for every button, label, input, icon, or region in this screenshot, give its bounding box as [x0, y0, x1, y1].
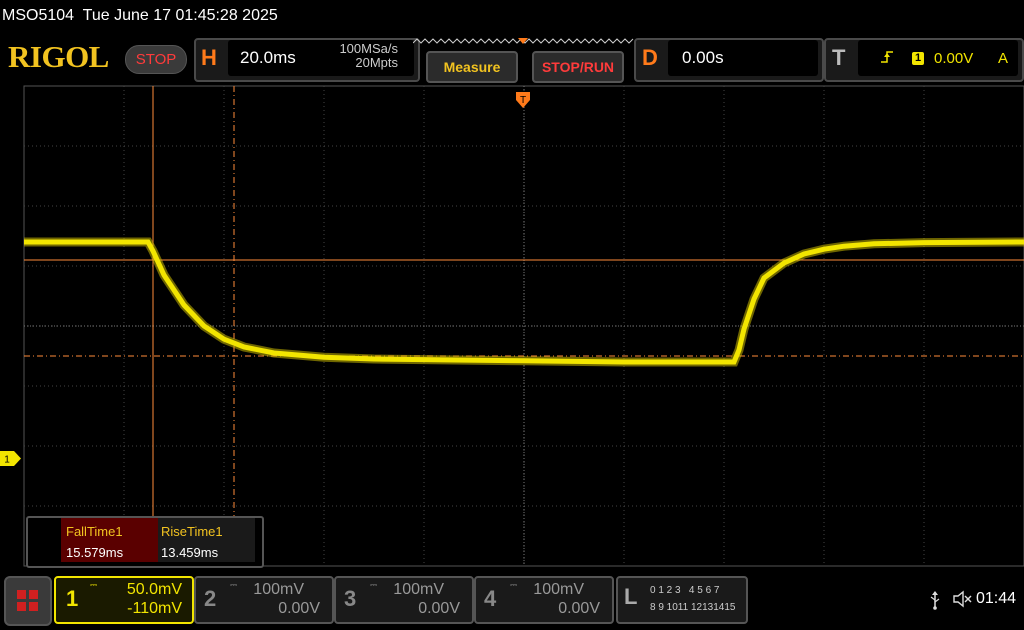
main-menu-button[interactable] — [4, 576, 52, 626]
usb-icon — [930, 591, 940, 610]
clock: 01:44 — [976, 590, 1017, 607]
channel-1-panel[interactable]: 1 ⎓ 50.0mV -110mV — [54, 576, 194, 624]
measurement-falltime[interactable]: FallTime1 15.579ms — [61, 518, 158, 562]
trigger-label: T — [832, 45, 846, 70]
channel-4-panel[interactable]: 4 ⎓ 100mV 0.00V — [474, 576, 614, 624]
channel-number: 1 — [66, 586, 79, 611]
channel-number: 4 — [484, 586, 497, 611]
channel-offset: 0.00V — [418, 600, 460, 617]
measurement-name: RiseTime1 — [161, 524, 223, 539]
rising-edge-icon — [881, 51, 893, 63]
measurement-value: 15.579ms — [66, 545, 124, 560]
logic-channels-row2: 8 9 1011 12131415 — [650, 602, 736, 613]
channel-number: 2 — [204, 586, 217, 611]
waveform-display[interactable]: T — [0, 84, 1024, 570]
channel-number: 3 — [344, 586, 357, 611]
channel-offset: 0.00V — [278, 600, 320, 617]
trigger-mode: A — [998, 50, 1009, 67]
trigger-source-badge: 1 — [912, 52, 924, 65]
model-datetime: MSO5104 Tue June 17 01:45:28 2025 — [2, 7, 278, 24]
channel-scale: 50.0mV — [126, 581, 182, 598]
memory-depth: 20Mpts — [355, 55, 398, 70]
channel-2-panel[interactable]: 2 ⎓ 100mV 0.00V — [194, 576, 334, 624]
title-bar: MSO5104 Tue June 17 01:45:28 2025 — [0, 0, 1024, 34]
horizontal-label: H — [201, 45, 217, 70]
rigol-logo: RIGOL — [8, 39, 109, 74]
timebase-scale: 20.0ms — [240, 48, 296, 67]
measurement-risetime[interactable]: RiseTime1 13.459ms — [158, 518, 255, 562]
ch1-marker-label: 1 — [4, 455, 10, 466]
channel-3-panel[interactable]: 3 ⎓ 100mV 0.00V — [334, 576, 474, 624]
measurement-value: 13.459ms — [161, 545, 219, 560]
run-state-button[interactable]: STOP — [125, 45, 187, 74]
channel-offset: -110mV — [127, 600, 182, 617]
stop-run-button[interactable]: STOP/RUN — [532, 51, 624, 83]
graticule — [23, 85, 1024, 567]
ch1-offset-marker[interactable]: 1 — [0, 451, 22, 466]
delay-value: 0.00s — [682, 48, 724, 67]
measurement-name: FallTime1 — [66, 524, 123, 539]
channel-scale: 100mV — [533, 581, 584, 598]
channel-scale: 100mV — [253, 581, 304, 598]
trigger-level: 0.00V — [934, 50, 974, 67]
channel-offset: 0.00V — [558, 600, 600, 617]
trigger-marker-letter: T — [520, 95, 526, 106]
measure-button[interactable]: Measure — [426, 51, 518, 83]
sample-rate: 100MSa/s — [339, 41, 398, 56]
grid-menu-icon — [17, 590, 38, 611]
delay-label: D — [642, 45, 658, 70]
logic-channels-row1: 0 1 2 3 4 5 6 7 — [650, 585, 720, 596]
speaker-muted-icon[interactable] — [952, 589, 972, 609]
trigger-position-strip — [413, 38, 634, 44]
logic-label: L — [624, 584, 638, 609]
channel-scale: 100mV — [393, 581, 444, 598]
sample-info: 100MSa/s 20Mpts — [318, 42, 398, 70]
